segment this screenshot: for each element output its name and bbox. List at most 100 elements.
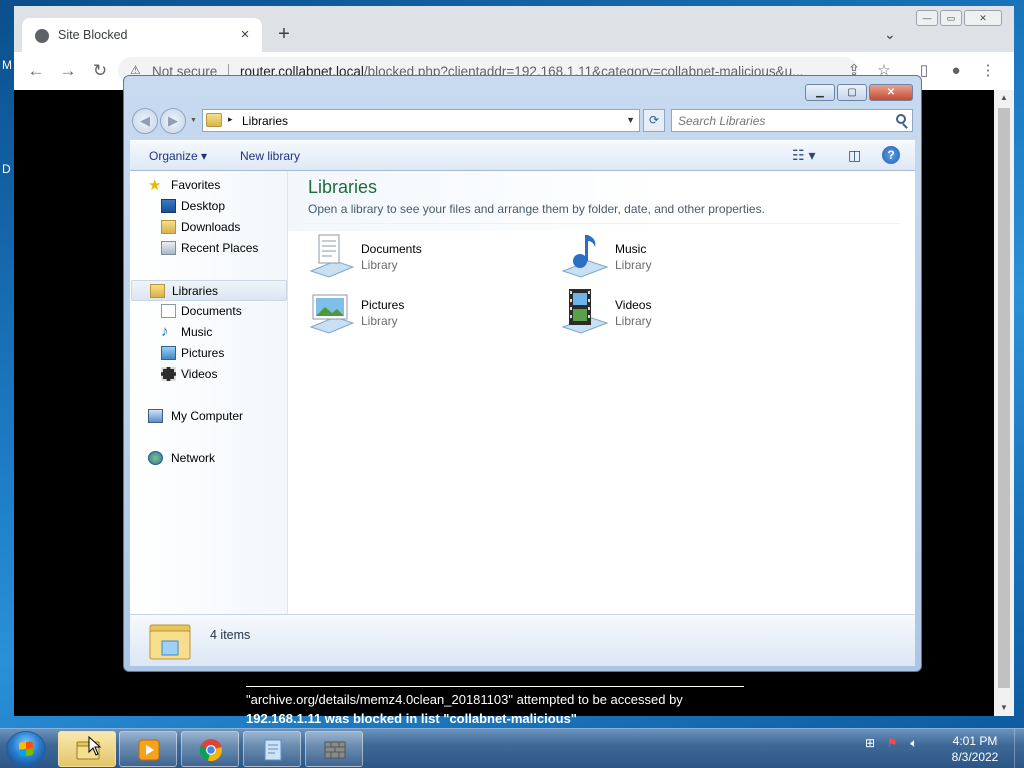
browser-window-controls: — ▭ ✕ xyxy=(916,10,1002,26)
library-type: Library xyxy=(615,314,652,328)
browser-menu-icon[interactable]: ⋮ xyxy=(978,61,998,81)
desktop-icon-label[interactable]: M xyxy=(2,58,12,72)
explorer-window-controls: ▁ ▢ ✕ xyxy=(805,84,913,101)
nav-item-label: Downloads xyxy=(181,220,241,234)
forward-button[interactable]: → xyxy=(58,61,78,81)
library-tile-documents[interactable]: Documents Library xyxy=(307,231,547,281)
close-button[interactable]: ✕ xyxy=(869,84,913,101)
nav-item-pictures[interactable]: Pictures xyxy=(130,343,286,364)
nav-item-label: Videos xyxy=(181,367,218,381)
library-type: Library xyxy=(361,258,398,272)
libraries-icon xyxy=(150,284,165,298)
clock-date: 8/3/2022 xyxy=(951,750,999,764)
library-name: Documents xyxy=(361,242,422,256)
tab-site-blocked[interactable]: Site Blocked × xyxy=(22,18,262,54)
nav-item-label: Recent Places xyxy=(181,241,259,255)
network-icon xyxy=(148,451,163,465)
desktop-icon-label[interactable]: D xyxy=(2,162,11,176)
explorer-navigation-bar: ◀ ▶ ▼ ▸ Libraries ▼ ⟳ xyxy=(130,106,917,136)
taskbar-document-viewer-button[interactable] xyxy=(243,731,301,767)
windows-logo-icon xyxy=(19,741,33,757)
close-button[interactable]: ✕ xyxy=(964,10,1002,26)
minimize-button[interactable]: — xyxy=(916,10,938,26)
page-title: Libraries xyxy=(308,177,378,197)
minimize-button[interactable]: ▁ xyxy=(805,84,835,101)
library-tile-pictures[interactable]: Pictures Library xyxy=(307,287,547,337)
system-clock[interactable]: 4:01 PM 8/3/2022 xyxy=(940,733,1010,765)
details-pane: 4 items xyxy=(130,614,915,666)
preview-pane-icon[interactable]: ◫ xyxy=(848,147,861,164)
scroll-thumb[interactable] xyxy=(998,108,1010,688)
nav-item-network[interactable]: Network xyxy=(130,448,286,469)
nav-item-music[interactable]: ♪ Music xyxy=(130,322,286,343)
command-bar: Organize ▾ New library ☷ ▾ ◫ ? xyxy=(130,140,915,171)
globe-icon xyxy=(35,29,49,43)
pictures-icon xyxy=(161,346,176,360)
library-tile-videos[interactable]: Videos Library xyxy=(561,287,801,337)
nav-item-favorites[interactable]: ★ Favorites xyxy=(130,175,286,196)
mouse-cursor-icon xyxy=(88,736,102,756)
nav-item-downloads[interactable]: Downloads xyxy=(130,217,286,238)
nav-item-libraries[interactable]: Libraries xyxy=(131,280,287,301)
forward-button[interactable]: ▶ xyxy=(160,108,186,134)
nav-item-documents[interactable]: Documents xyxy=(130,301,286,322)
navigation-pane: ★ Favorites Desktop Downloads Recent Pla… xyxy=(130,171,288,614)
back-button[interactable]: ← xyxy=(26,61,46,81)
explorer-address-bar[interactable]: ▸ Libraries ▼ xyxy=(202,109,640,132)
page-scrollbar[interactable]: ▲ ▼ xyxy=(994,90,1014,716)
tab-strip: Site Blocked × + ⌄ — ▭ ✕ xyxy=(14,6,1014,54)
maximize-button[interactable]: ▭ xyxy=(940,10,962,26)
help-icon[interactable]: ? xyxy=(882,146,900,164)
nav-item-label: Network xyxy=(171,451,216,465)
maximize-button[interactable]: ▢ xyxy=(837,84,867,101)
tab-close-icon[interactable]: × xyxy=(236,26,254,44)
show-desktop-button[interactable] xyxy=(1014,729,1024,768)
documents-icon xyxy=(161,304,176,318)
nav-item-label: Favorites xyxy=(171,178,221,192)
start-button[interactable] xyxy=(6,731,46,767)
blocked-message-line: 192.168.1.11 was blocked in list "collab… xyxy=(246,711,577,726)
nav-item-recent-places[interactable]: Recent Places xyxy=(130,238,286,259)
document-viewer-icon xyxy=(264,739,282,761)
recent-places-icon xyxy=(161,241,176,255)
change-view-icon[interactable]: ☷ ▾ xyxy=(792,147,815,164)
organize-menu[interactable]: Organize ▾ xyxy=(149,149,207,163)
libraries-icon xyxy=(206,113,222,127)
nav-item-my-computer[interactable]: My Computer xyxy=(130,406,286,427)
breadcrumb-libraries[interactable]: Libraries xyxy=(242,114,288,128)
profile-avatar-icon[interactable]: ● xyxy=(946,61,966,81)
videos-library-icon xyxy=(561,289,609,334)
search-input[interactable] xyxy=(678,112,888,129)
library-type: Library xyxy=(361,314,398,328)
explorer-window: ▁ ▢ ✕ ◀ ▶ ▼ ▸ Libraries ▼ ⟳ Organize ▾ N… xyxy=(123,75,922,672)
reload-button[interactable]: ↻ xyxy=(90,61,110,81)
taskbar-explorer-button[interactable] xyxy=(58,731,116,767)
refresh-button[interactable]: ⟳ xyxy=(643,109,665,132)
search-icon[interactable] xyxy=(896,114,906,124)
taskbar-media-player-button[interactable] xyxy=(119,731,177,767)
computer-icon xyxy=(148,409,163,423)
scroll-down-arrow[interactable]: ▼ xyxy=(994,700,1014,716)
tab-search-icon[interactable]: ⌄ xyxy=(884,26,896,43)
taskbar-chrome-button[interactable] xyxy=(181,731,239,767)
action-center-flag-icon[interactable]: ⚑ xyxy=(884,735,900,751)
taskbar-firewall-button[interactable] xyxy=(305,731,363,767)
nav-item-desktop[interactable]: Desktop xyxy=(130,196,286,217)
search-box[interactable] xyxy=(671,109,913,132)
address-dropdown-icon[interactable]: ▼ xyxy=(626,115,635,125)
nav-item-label: Documents xyxy=(181,304,242,318)
library-tile-music[interactable]: Music Library xyxy=(561,231,801,281)
recent-pages-dropdown-icon[interactable]: ▼ xyxy=(190,117,197,124)
nav-item-videos[interactable]: Videos xyxy=(130,364,286,385)
breadcrumb-arrow-icon[interactable]: ▸ xyxy=(228,114,233,125)
scroll-up-arrow[interactable]: ▲ xyxy=(994,90,1014,106)
chrome-icon xyxy=(199,739,222,761)
page-subtitle: Open a library to see your files and arr… xyxy=(308,202,765,216)
new-library-button[interactable]: New library xyxy=(240,149,300,163)
new-tab-button[interactable]: + xyxy=(274,24,294,44)
blocked-message-line: "archive.org/details/memz4.0clean_201811… xyxy=(246,692,683,707)
network-tray-icon[interactable]: ⊞ xyxy=(862,735,878,751)
back-button[interactable]: ◀ xyxy=(132,108,158,134)
downloads-icon xyxy=(161,220,176,234)
volume-icon[interactable]: 🔈︎ xyxy=(906,735,922,751)
